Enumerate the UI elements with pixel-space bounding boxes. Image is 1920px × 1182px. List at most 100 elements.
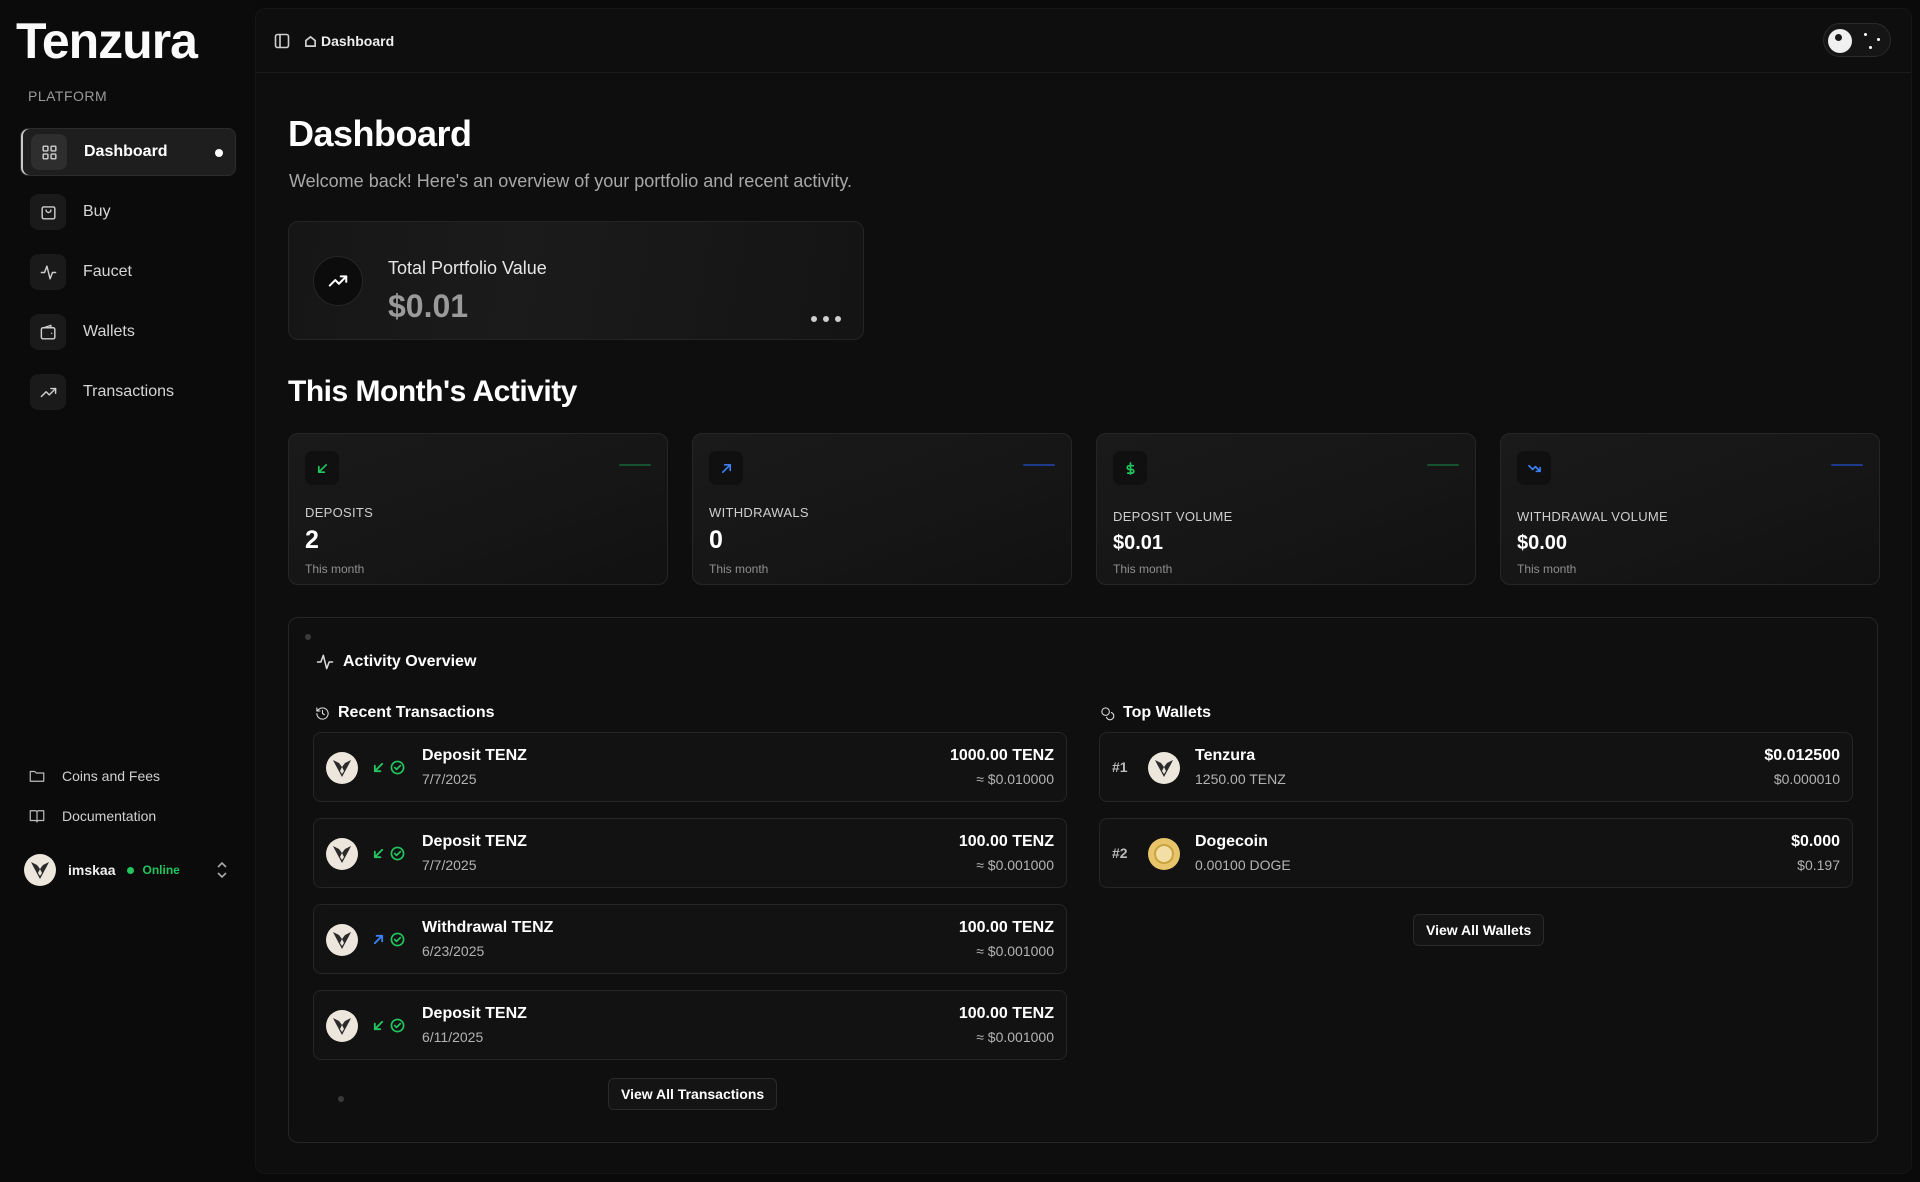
doge-coin-icon: [1148, 838, 1180, 870]
transaction-usd-value: ≈ $0.001000: [976, 857, 1054, 873]
transaction-name: Withdrawal TENZ: [422, 919, 554, 936]
transaction-name: Deposit TENZ: [422, 833, 527, 850]
trend-line: [1427, 464, 1459, 466]
wallet-row[interactable]: #1 Tenzura 1250.00 TENZ $0.012500 $0.000…: [1099, 732, 1853, 802]
transaction-amount: 100.00 TENZ: [958, 833, 1054, 850]
stat-label: WITHDRAWAL VOLUME: [1517, 509, 1668, 524]
sidebar-footer-links: Coins and Fees Documentation: [28, 762, 238, 842]
arrow-down-left-icon: [373, 1020, 384, 1031]
wallet-icon: [30, 314, 66, 350]
transaction-name: Deposit TENZ: [422, 1005, 527, 1022]
chevron-up-down-icon: [217, 861, 227, 879]
active-indicator: [215, 149, 223, 157]
online-status-dot: [127, 866, 135, 874]
arrow-down-left-icon: [373, 848, 384, 859]
book-icon: [29, 810, 45, 823]
transaction-row[interactable]: Deposit TENZ 6/11/2025 100.00 TENZ ≈ $0.…: [313, 990, 1067, 1060]
check-circle-icon: [390, 760, 405, 775]
wallet-row[interactable]: #2 Dogecoin 0.00100 DOGE $0.000 $0.197: [1099, 818, 1853, 888]
portfolio-card: Total Portfolio Value $0.01: [288, 221, 864, 340]
section-label: PLATFORM: [28, 88, 108, 104]
transaction-row[interactable]: Deposit TENZ 7/7/2025 100.00 TENZ ≈ $0.0…: [313, 818, 1067, 888]
stat-label: WITHDRAWALS: [709, 505, 809, 520]
trend-line: [1831, 464, 1863, 466]
transaction-amount: 1000.00 TENZ: [949, 747, 1054, 764]
more-options-icon[interactable]: [811, 316, 841, 322]
sidebar-item-label: Transactions: [83, 383, 174, 400]
wallet-balance: 1250.00 TENZ: [1195, 771, 1286, 787]
portfolio-label: Total Portfolio Value: [388, 258, 547, 278]
stat-value: 0: [709, 526, 723, 554]
grid-icon: [31, 134, 67, 170]
activity-overview-panel: Activity Overview Recent Transactions De…: [288, 617, 1878, 1143]
sidebar-nav: Dashboard Buy Faucet Wallets Transaction…: [20, 128, 236, 428]
coins-and-fees-link[interactable]: Coins and Fees: [28, 762, 238, 790]
tenz-coin-icon: [326, 1010, 358, 1042]
sidebar-item-faucet[interactable]: Faucet: [20, 248, 236, 296]
wallet-value: $0.012500: [1764, 747, 1840, 764]
transaction-usd-value: ≈ $0.001000: [976, 943, 1054, 959]
wallet-name: Tenzura: [1195, 747, 1256, 764]
arrow-up-right-icon: [709, 451, 743, 485]
transaction-usd-value: ≈ $0.001000: [976, 1029, 1054, 1045]
overview-title-text: Activity Overview: [343, 653, 477, 670]
transaction-amount: 100.00 TENZ: [958, 1005, 1054, 1022]
transaction-date: 6/11/2025: [422, 1029, 484, 1045]
breadcrumb[interactable]: Dashboard: [304, 33, 394, 49]
transaction-row[interactable]: Withdrawal TENZ 6/23/2025 100.00 TENZ ≈ …: [313, 904, 1067, 974]
activity-icon: [30, 254, 66, 290]
sidebar-item-transactions[interactable]: Transactions: [20, 368, 236, 416]
star-icon: [1877, 38, 1880, 41]
wallet-value: $0.000: [1791, 833, 1840, 850]
arrow-down-left-icon: [305, 451, 339, 485]
overview-title: Activity Overview: [315, 652, 476, 672]
stat-card-deposit-volume: DEPOSIT VOLUME $0.01 This month: [1096, 433, 1476, 585]
transaction-row[interactable]: Deposit TENZ 7/7/2025 1000.00 TENZ ≈ $0.…: [313, 732, 1067, 802]
stat-subtext: This month: [305, 562, 365, 576]
sidebar-toggle-icon[interactable]: [274, 33, 290, 49]
decorative-dot: [305, 634, 311, 640]
sidebar: Tenzura PLATFORM Dashboard Buy Faucet Wa…: [0, 0, 255, 1182]
wallet-sub-value: $0.197: [1797, 857, 1840, 873]
transaction-date: 7/7/2025: [422, 771, 477, 787]
coins-icon: [1101, 706, 1115, 720]
view-all-transactions-button[interactable]: View All Transactions: [608, 1078, 778, 1110]
top-wallets-title-text: Top Wallets: [1123, 704, 1211, 721]
transaction-amount: 100.00 TENZ: [958, 919, 1054, 936]
brand-logo[interactable]: Tenzura: [16, 12, 198, 70]
wallet-rank: #1: [1112, 759, 1128, 775]
check-circle-icon: [390, 846, 405, 861]
stat-value: $0.01: [1113, 532, 1164, 554]
sidebar-item-label: Buy: [83, 203, 111, 220]
user-status: Online: [142, 863, 180, 877]
stat-value: 2: [305, 526, 319, 554]
activity-section-title: This Month's Activity: [288, 375, 577, 408]
trending-up-icon: [313, 256, 363, 306]
transaction-date: 6/23/2025: [422, 943, 485, 959]
documentation-link[interactable]: Documentation: [28, 802, 238, 830]
tenz-coin-icon: [326, 924, 358, 956]
top-wallets-title: Top Wallets: [1100, 704, 1211, 722]
topbar: Dashboard: [256, 9, 1911, 73]
shopping-bag-icon: [30, 194, 66, 230]
home-icon: [305, 35, 316, 47]
activity-icon: [316, 654, 334, 670]
sidebar-item-dashboard[interactable]: Dashboard: [20, 128, 236, 176]
transaction-name: Deposit TENZ: [422, 747, 527, 764]
stat-subtext: This month: [709, 562, 769, 576]
sidebar-item-wallets[interactable]: Wallets: [20, 308, 236, 356]
check-circle-icon: [390, 932, 405, 947]
tenz-coin-icon: [1148, 752, 1180, 784]
stat-subtext: This month: [1113, 562, 1173, 576]
stat-card-withdrawals: WITHDRAWALS 0 This month: [692, 433, 1072, 585]
wallet-balance: 0.00100 DOGE: [1195, 857, 1291, 873]
theme-toggle[interactable]: [1823, 23, 1891, 57]
user-menu[interactable]: imskaa Online: [16, 846, 240, 894]
view-all-wallets-button[interactable]: View All Wallets: [1413, 914, 1545, 946]
sidebar-item-buy[interactable]: Buy: [20, 188, 236, 236]
link-label: Coins and Fees: [62, 768, 161, 784]
stat-label: DEPOSITS: [305, 505, 374, 520]
transaction-date: 7/7/2025: [422, 857, 477, 873]
moon-icon: [1828, 29, 1852, 53]
stat-card-withdrawal-volume: WITHDRAWAL VOLUME $0.00 This month: [1500, 433, 1880, 585]
